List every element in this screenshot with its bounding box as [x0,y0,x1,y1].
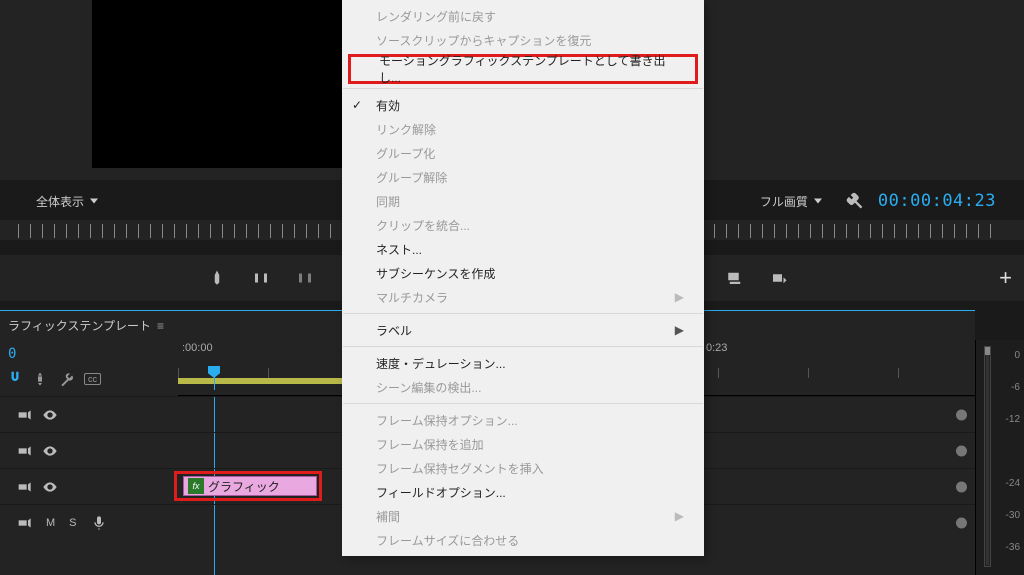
eye-icon[interactable] [42,443,58,459]
voiceover-mic-icon[interactable] [91,515,107,531]
menu-separator [343,88,703,89]
overwrite-clip-icon[interactable] [765,264,793,292]
db-label: -24 [1006,478,1020,489]
video-track-header[interactable] [0,396,178,432]
menu-item-speed-duration[interactable]: 速度・デュレーション... [342,351,704,375]
audio-meter: 0 -6 -12 -24 -30 -36 [975,340,1024,575]
clip-context-menu: レンダリング前に戻す ソースクリップからキャプションを復元 モーショングラフィッ… [342,0,704,556]
menu-item-nest[interactable]: ネスト... [342,237,704,261]
settings-wrench-icon[interactable] [844,191,864,211]
menu-item-field-options[interactable]: フィールドオプション... [342,480,704,504]
menu-item-restore-captions: ソースクリップからキャプションを復元 [342,28,704,52]
captions-toggle-icon[interactable]: cc [84,373,101,385]
menu-item-label[interactable]: ラベル▶ [342,318,704,342]
eye-icon[interactable] [42,407,58,423]
video-track-header[interactable] [0,432,178,468]
quality-dropdown[interactable]: フル画質 [752,189,830,214]
track-output-icon[interactable] [16,407,32,423]
submenu-arrow-icon: ▶ [675,509,684,523]
menu-item-scene-edit-detection: シーン編集の検出... [342,375,704,399]
keyframe-dot-icon [956,409,967,420]
ruler-tick-label: 0:23 [706,342,727,354]
panel-menu-icon[interactable]: ≡ [157,319,164,333]
video-track-header[interactable] [0,468,178,504]
menu-item-insert-frame-hold-segment: フレーム保持セグメントを挿入 [342,456,704,480]
graphics-clip[interactable]: fx グラフィック [183,476,317,496]
linked-selection-icon[interactable] [32,371,48,387]
in-out-icon-2[interactable] [291,264,319,292]
db-label: -6 [1011,382,1020,393]
menu-item-export-mogrt-highlight: モーショングラフィックステンプレートとして書き出し... [348,54,698,84]
db-label: -12 [1006,414,1020,425]
menu-item-frame-hold-options: フレーム保持オプション... [342,408,704,432]
menu-item-unlink: リンク解除 [342,117,704,141]
panel-title: ラフィックステンプレート [8,317,151,334]
menu-separator [343,346,703,347]
track-output-icon[interactable] [16,443,32,459]
wrench-track-icon[interactable] [58,371,74,387]
menu-item-make-subsequence[interactable]: サブシーケンスを作成 [342,261,704,285]
clip-label: グラフィック [208,478,280,495]
solo-button[interactable]: S [69,517,76,529]
menu-item-scale-to-frame: フレームサイズに合わせる [342,528,704,552]
mute-button[interactable]: M [46,517,55,529]
submenu-arrow-icon: ▶ [675,323,684,337]
ruler-tick-label: :00:00 [182,342,213,354]
in-out-icon[interactable] [247,264,275,292]
marker-add-icon[interactable] [203,264,231,292]
audio-level-bar [984,346,991,567]
view-mode-dropdown[interactable]: 全体表示 [28,189,106,214]
add-button-icon[interactable]: + [999,265,1012,291]
track-headers: M S [0,396,178,575]
keyframe-dot-icon [956,517,967,528]
preview-viewport [92,0,342,168]
menu-item-export-mogrt[interactable]: モーショングラフィックステンプレートとして書き出し... [351,57,695,81]
db-label: 0 [1014,350,1020,361]
menu-item-enabled[interactable]: ✓有効 [342,93,704,117]
menu-separator [343,313,703,314]
program-timecode[interactable]: 00:00:04:23 [878,191,996,211]
keyframe-dot-icon [956,445,967,456]
menu-item-revert-render: レンダリング前に戻す [342,4,704,28]
track-output-icon[interactable] [16,515,32,531]
audio-track-header[interactable]: M S [0,504,178,540]
menu-item-multicamera: マルチカメラ▶ [342,285,704,309]
db-label: -36 [1006,542,1020,553]
selected-clip-highlight: fx グラフィック [174,471,322,501]
submenu-arrow-icon: ▶ [675,290,684,304]
menu-item-synchronize: 同期 [342,189,704,213]
db-label: -30 [1006,510,1020,521]
menu-item-add-frame-hold: フレーム保持を追加 [342,432,704,456]
menu-item-time-interpolation: 補間▶ [342,504,704,528]
eye-icon[interactable] [42,479,58,495]
menu-item-merge-clips: クリップを統合... [342,213,704,237]
menu-item-ungroup: グループ解除 [342,165,704,189]
menu-item-group: グループ化 [342,141,704,165]
menu-separator [343,403,703,404]
fx-badge-icon[interactable]: fx [188,478,204,494]
timeline-current-timecode[interactable]: 0 [8,346,170,362]
check-icon: ✓ [352,98,362,112]
track-output-icon[interactable] [16,479,32,495]
snap-icon[interactable] [8,370,22,387]
insert-clip-icon[interactable] [721,264,749,292]
keyframe-dot-icon [956,481,967,492]
